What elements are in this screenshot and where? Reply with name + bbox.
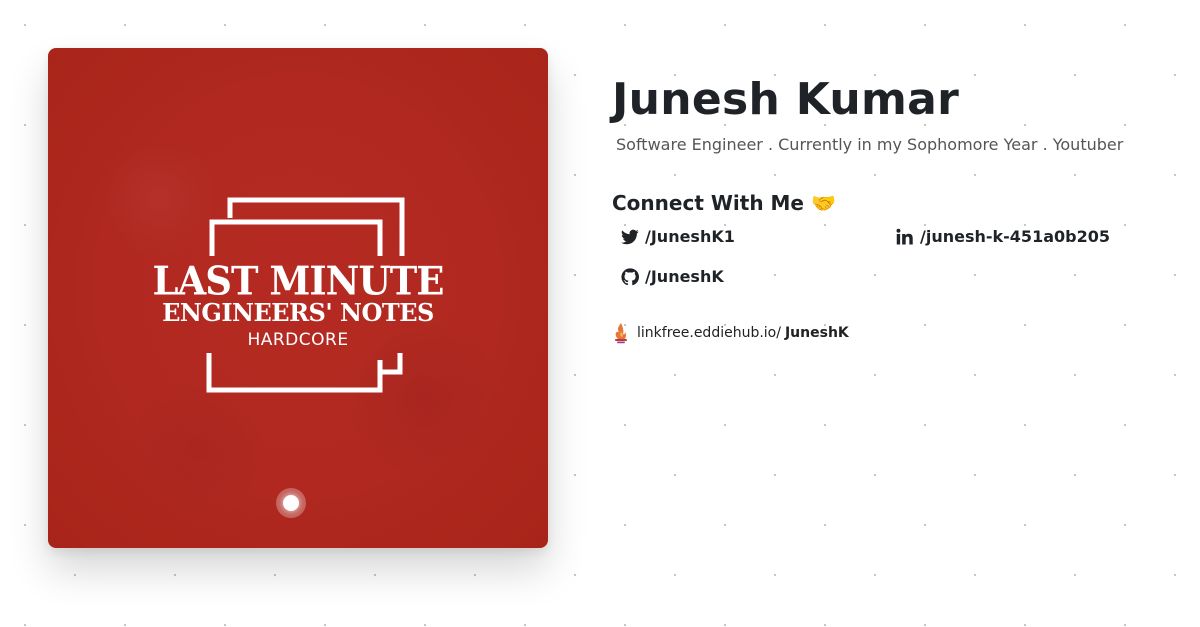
profile-name: Junesh Kumar <box>612 74 960 125</box>
linkfree-username: JuneshK <box>784 325 849 341</box>
twitter-icon <box>621 229 639 244</box>
github-icon <box>621 267 639 285</box>
social-label-linkedin: /junesh-k-451a0b205 <box>920 227 1110 246</box>
linkfree-link[interactable]: linkfree.eddiehub.io/ JuneshK <box>612 322 1172 344</box>
profile-cover-image: LAST MINUTE ENGINEERS' NOTES HARDCORE <box>48 48 548 548</box>
cover-record-dot-icon <box>276 488 306 518</box>
social-label-github: /JuneshK <box>645 267 724 286</box>
profile-bio: Software Engineer . Currently in my Soph… <box>616 135 1124 154</box>
linkedin-icon <box>896 228 913 244</box>
social-label-twitter: /JuneshK1 <box>645 227 735 246</box>
social-links: /JuneshK1 /junesh-k-451a0b205 /JuneshK <box>612 225 1172 305</box>
social-link-twitter[interactable]: /JuneshK1 <box>621 227 735 246</box>
cover-title-line2: ENGINEERS' NOTES <box>162 298 434 327</box>
profile-panel: Junesh Kumar Software Engineer . Current… <box>612 72 1172 344</box>
linkfree-prefix: linkfree.eddiehub.io/ <box>637 325 781 341</box>
social-link-github[interactable]: /JuneshK <box>621 267 724 286</box>
social-link-linkedin[interactable]: /junesh-k-451a0b205 <box>896 227 1110 246</box>
linkfree-logo-icon <box>615 323 627 344</box>
cover-subtitle: HARDCORE <box>247 330 349 350</box>
connect-heading: Connect With Me 🤝 <box>612 191 836 215</box>
